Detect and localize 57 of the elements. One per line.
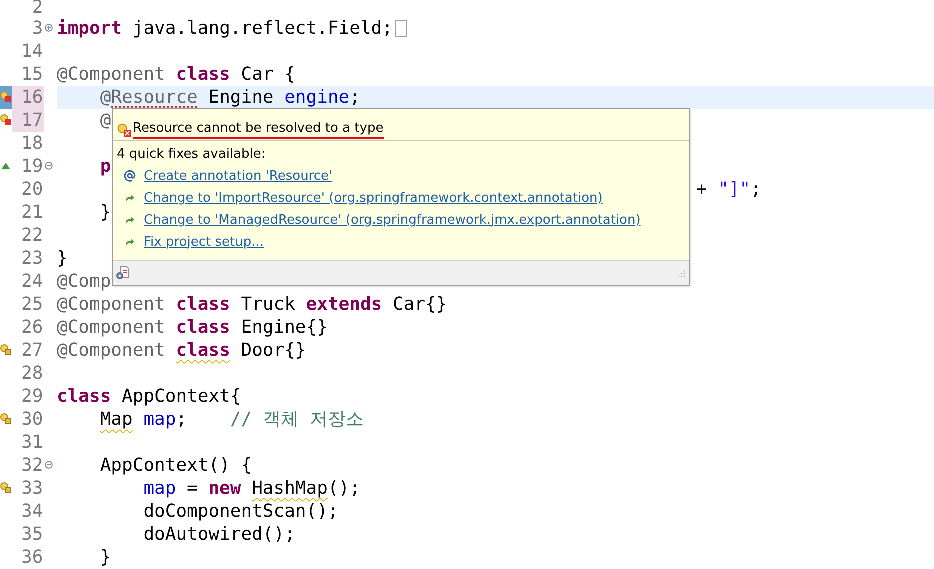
code-line: @ <box>100 110 112 130</box>
line-number: 36 <box>20 546 44 568</box>
quick-fix-link[interactable]: Fix project setup... <box>144 234 264 250</box>
code-line: } <box>57 248 68 268</box>
error-icon <box>117 122 131 136</box>
line-number: 35 <box>20 522 44 546</box>
code-line: + "]"; <box>696 178 762 200</box>
line-number: 22 <box>20 224 44 246</box>
code-line: p <box>100 156 112 176</box>
line-number: 33 <box>20 476 44 500</box>
line-number: 28 <box>20 362 44 384</box>
code-line: map = new HashMap(); <box>144 478 360 498</box>
line-number: 32 <box>20 454 44 476</box>
line-number: 26 <box>20 316 44 338</box>
line-number: 3 <box>31 16 44 40</box>
problem-title: Resource cannot be resolved to a type <box>133 120 384 138</box>
line-number: 15 <box>20 62 44 86</box>
line-number: 24 <box>20 270 44 292</box>
line-number: 17 <box>12 108 44 132</box>
line-number: 34 <box>20 500 44 522</box>
code-line: @Comp <box>57 270 112 292</box>
line-number: 20 <box>20 178 44 200</box>
line-number: 2 <box>31 0 44 16</box>
quick-fix-count: 4 quick fixes available: <box>117 146 267 164</box>
code-line: @Component class Engine{} <box>57 316 328 338</box>
collapse-icon[interactable] <box>45 461 54 469</box>
expand-icon[interactable] <box>45 24 54 32</box>
line-number: 21 <box>20 200 44 224</box>
code-line: } <box>100 202 112 222</box>
code-line: import java.lang.reflect.Field; <box>57 18 393 38</box>
code-line: AppContext() { <box>100 454 252 476</box>
code-line: doAutowired(); <box>144 524 296 544</box>
collapse-icon[interactable] <box>45 162 54 170</box>
line-number: 30 <box>20 408 44 430</box>
line-number: 18 <box>20 132 44 154</box>
line-number: 27 <box>20 338 44 362</box>
line-number: 16 <box>12 86 44 108</box>
code-line: class AppContext{ <box>57 386 242 406</box>
code-line: @Component class Car { <box>57 64 296 84</box>
line-number: 25 <box>20 292 44 316</box>
line-number: 23 <box>20 246 44 270</box>
code-line: Map map; // 객체 저장소 <box>100 408 364 431</box>
line-number: 19 <box>20 154 44 178</box>
resize-grip-icon[interactable] <box>677 268 686 278</box>
folded-code-marker[interactable] <box>394 20 407 36</box>
code-line: @Component class Door{} <box>57 340 306 360</box>
quick-fix-link[interactable]: Change to 'ImportResource' (org.springframework.context.annotation) <box>144 190 603 206</box>
quick-fix-link[interactable]: Change to 'ManagedResource' (org.springframework.jmx.export.annotation) <box>144 212 641 228</box>
line-number: 14 <box>20 40 44 62</box>
quick-fix-link[interactable]: Create annotation 'Resource' <box>144 168 333 184</box>
code-line: } <box>100 546 112 568</box>
code-line: @Resource Engine engine; <box>100 86 360 108</box>
document-gear-icon[interactable] <box>116 266 130 280</box>
line-number: 29 <box>20 384 44 408</box>
code-line: doComponentScan(); <box>144 500 339 522</box>
line-number: 31 <box>20 430 44 454</box>
code-line: @Component class Truck extends Car{} <box>57 294 448 314</box>
